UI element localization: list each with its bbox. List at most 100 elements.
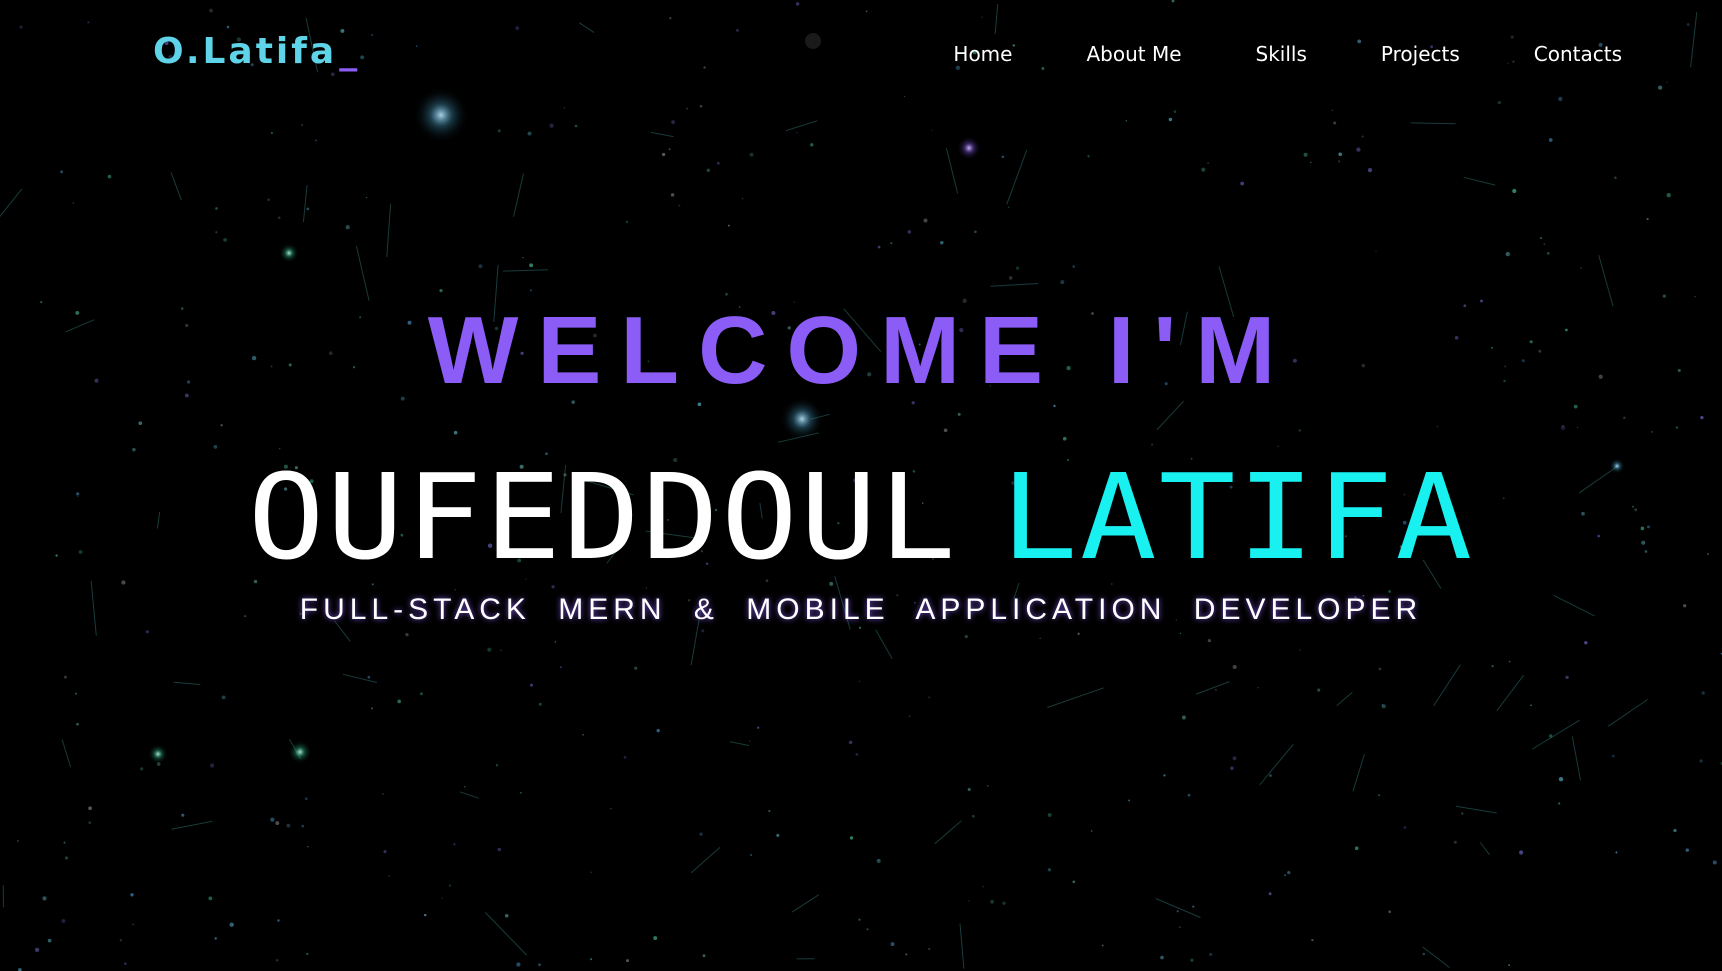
star-dot (964, 634, 968, 639)
star-dot (1378, 667, 1382, 671)
star-dot (907, 230, 912, 234)
star-dot (301, 824, 305, 828)
star-dot (776, 833, 780, 837)
constellation-line (650, 131, 674, 138)
star-dot (703, 66, 706, 69)
star-dot (1712, 860, 1717, 865)
star-dot (796, 132, 798, 134)
star-dot (1338, 152, 1342, 157)
star-dot (1187, 793, 1191, 797)
star-dot (967, 787, 971, 792)
star-dot (645, 587, 648, 589)
star-dot (982, 885, 985, 888)
star-dot (1510, 35, 1514, 39)
star-dot (1558, 96, 1563, 102)
star-dot (1381, 704, 1384, 706)
star-dot (1047, 868, 1052, 872)
constellation-line (1410, 122, 1456, 125)
star-dot (1508, 660, 1511, 663)
constellation-line (0, 188, 23, 218)
star-dot (848, 740, 853, 745)
star-dot (928, 947, 931, 951)
star-dot (943, 428, 948, 433)
star-dot (678, 204, 681, 207)
star-dot (1505, 251, 1510, 257)
star-dot (307, 846, 309, 848)
star-dot (145, 630, 149, 634)
star-dot (1128, 799, 1131, 802)
star-dot (63, 841, 66, 844)
star-dot (903, 95, 906, 98)
star-dot (306, 207, 310, 211)
logo-text: O.Latifa (153, 31, 338, 72)
star-dot (905, 953, 908, 956)
star-dot (441, 897, 443, 899)
nav-item-about-me[interactable]: About Me (1086, 40, 1181, 68)
star-dot (661, 152, 666, 157)
constellation-line (355, 245, 370, 301)
star-dot (453, 430, 458, 435)
hero-welcome-heading: WELCOME I'M (427, 297, 1295, 404)
star-dot (1699, 759, 1703, 763)
constellation-line (1479, 842, 1491, 856)
star-dot (1178, 926, 1181, 929)
star-dot (1303, 152, 1308, 157)
star-dot (424, 913, 427, 917)
star-dot (453, 843, 456, 846)
star-dot (365, 196, 368, 199)
star-dot (538, 702, 542, 706)
star-dot (75, 692, 77, 695)
star-dot (1701, 691, 1705, 695)
site-logo[interactable]: O.Latifa_ (153, 30, 357, 74)
star-dot (306, 952, 309, 956)
star-dot (1072, 880, 1076, 884)
star-dot (397, 699, 402, 704)
star-dot (181, 813, 185, 817)
star-dot (19, 25, 23, 29)
star-dot (516, 962, 521, 967)
star-dot (1673, 828, 1677, 833)
star-dot (210, 763, 215, 768)
star-dot (1611, 754, 1615, 758)
star-dot (590, 958, 593, 961)
star-dot (810, 143, 814, 147)
star-dot (220, 424, 223, 427)
nav-item-skills[interactable]: Skills (1256, 40, 1307, 68)
star-dot (1207, 638, 1212, 643)
star-dot (563, 106, 566, 109)
star-dot (1284, 874, 1287, 877)
constellation-line (729, 741, 750, 746)
nav-item-projects[interactable]: Projects (1381, 40, 1460, 68)
star-dot (1565, 675, 1569, 680)
star-dot (736, 28, 739, 32)
star-dot (1508, 964, 1511, 967)
constellation-line (386, 203, 392, 258)
star-dot (699, 832, 703, 836)
star-dot (928, 696, 931, 699)
star-dot (1657, 85, 1663, 90)
star-dot (42, 896, 47, 901)
star-dot (1584, 641, 1588, 645)
nav-item-home[interactable]: Home (953, 40, 1012, 68)
star-dot (519, 791, 522, 794)
star-dot (132, 447, 136, 452)
star-dot (215, 207, 218, 210)
star-dot (214, 937, 217, 940)
star-dot (923, 218, 928, 223)
star-dot (208, 896, 213, 901)
star-dot (1311, 938, 1314, 942)
star-dot (1354, 846, 1359, 851)
star-dot (1333, 121, 1337, 125)
star-dot (1543, 243, 1546, 246)
constellation-line (173, 681, 201, 685)
star-dot (1686, 23, 1690, 26)
constellation-line (1571, 736, 1581, 781)
constellation-line (1455, 805, 1497, 814)
nav-item-contacts[interactable]: Contacts (1534, 40, 1622, 68)
star-dot (1317, 688, 1321, 692)
star-dot (582, 733, 584, 736)
star-dot (1666, 81, 1668, 83)
constellation-line (1496, 674, 1525, 712)
star-dot (226, 25, 230, 29)
star-dot (795, 2, 800, 6)
